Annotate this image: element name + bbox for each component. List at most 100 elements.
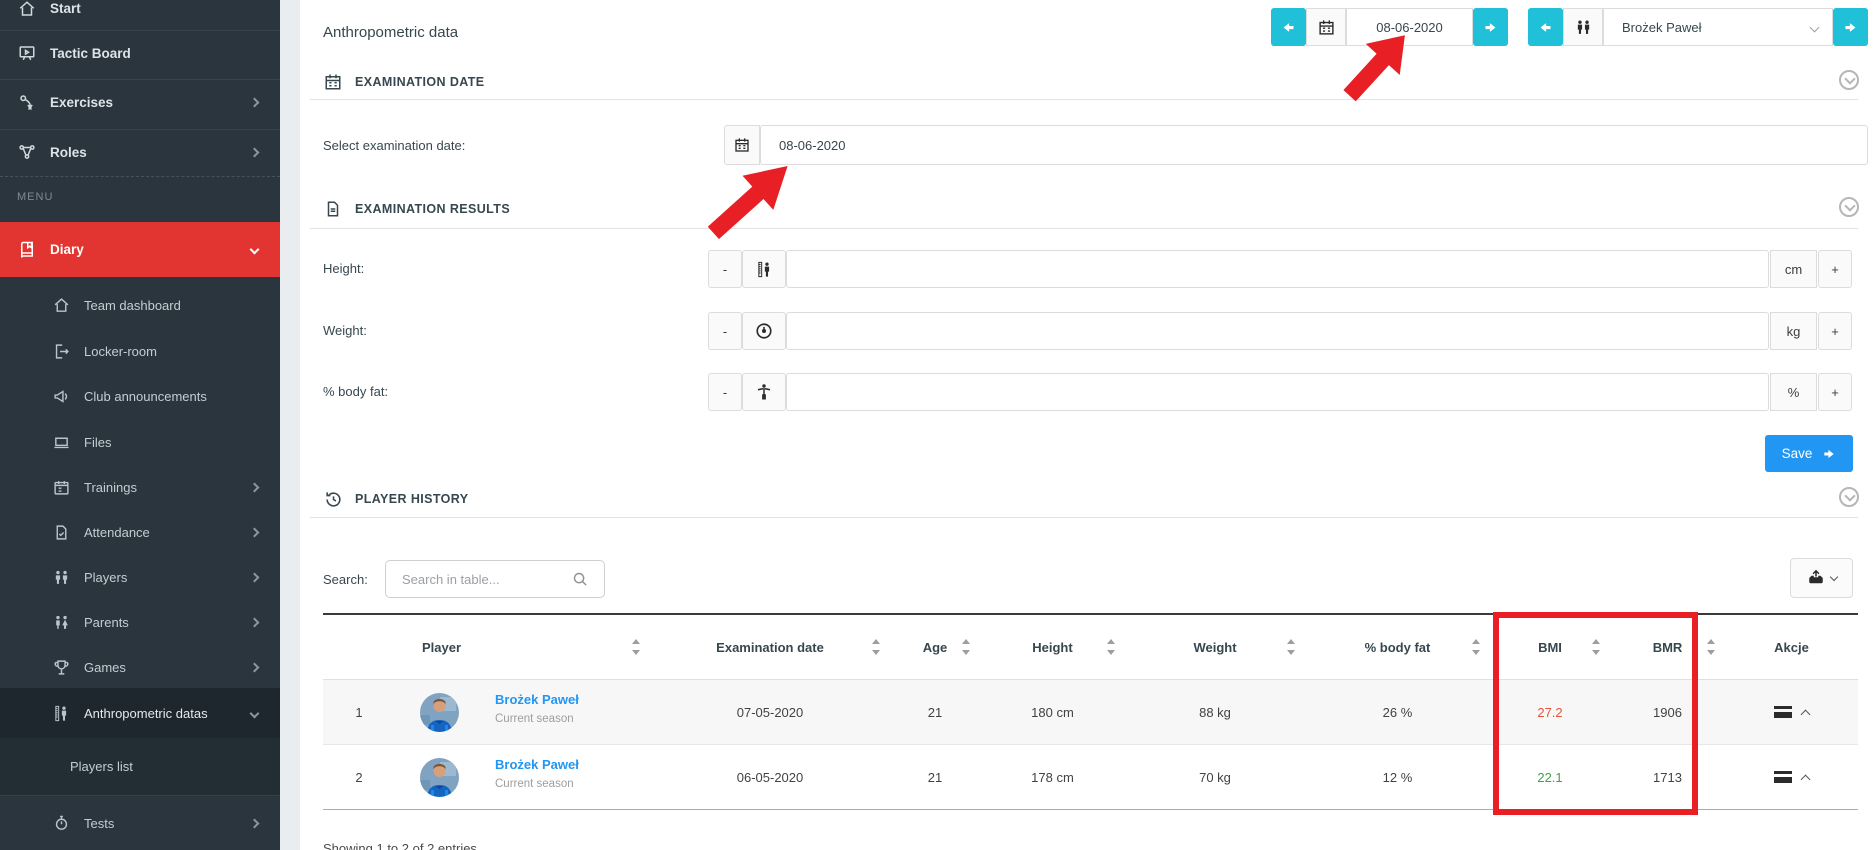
- header-date-field[interactable]: 08-06-2020: [1346, 8, 1473, 46]
- sidebar-item-club-announcements[interactable]: Club announcements: [0, 374, 280, 419]
- sidebar-item-tests[interactable]: Tests: [0, 795, 280, 850]
- calendar-icon[interactable]: [1306, 8, 1346, 46]
- document-icon: [323, 199, 343, 219]
- collapse-section-button[interactable]: [1839, 487, 1859, 507]
- sidebar-item-team-dashboard[interactable]: Team dashboard: [0, 283, 280, 328]
- table-row: 2 Brożek Paweł Current season 06-05-2020…: [323, 745, 1858, 810]
- sort-icon[interactable]: [1706, 639, 1715, 655]
- sort-icon[interactable]: [871, 639, 880, 655]
- weight-minus-button[interactable]: -: [708, 312, 742, 350]
- sort-icon[interactable]: [1591, 639, 1600, 655]
- chevron-down-icon: [250, 245, 260, 255]
- sort-icon[interactable]: [1471, 639, 1480, 655]
- calendar-icon[interactable]: [724, 125, 760, 165]
- sidebar-item-exercises[interactable]: Exercises: [0, 79, 280, 124]
- sidebar-item-parents[interactable]: Parents: [0, 600, 280, 645]
- weight-input[interactable]: [786, 312, 1769, 350]
- annotation-arrow-exam-date: [713, 166, 803, 250]
- sidebar-item-trainings[interactable]: Trainings: [0, 465, 280, 510]
- sidebar-item-label: Players list: [70, 759, 133, 774]
- col-bmr[interactable]: BMR: [1610, 615, 1725, 679]
- sort-icon[interactable]: [1286, 639, 1295, 655]
- sidebar-item-tactic-board[interactable]: Tactic Board: [0, 30, 280, 75]
- sidebar-item-label: Roles: [50, 145, 87, 160]
- sort-icon[interactable]: [1106, 639, 1115, 655]
- actions-menu-button[interactable]: [1774, 771, 1809, 783]
- page-title: Anthropometric data: [323, 24, 458, 41]
- divider: [310, 517, 1858, 518]
- search-label: Search:: [323, 572, 368, 587]
- stopwatch-icon: [52, 814, 70, 832]
- body-fat-cell: 26 %: [1305, 680, 1490, 744]
- col-player[interactable]: Player: [395, 615, 650, 679]
- next-date-button[interactable]: [1473, 8, 1508, 46]
- age-cell: 21: [890, 680, 980, 744]
- sidebar-item-games[interactable]: Games: [0, 645, 280, 690]
- save-button[interactable]: Save: [1765, 435, 1853, 472]
- sort-icon[interactable]: [631, 639, 640, 655]
- sidebar-item-label: Team dashboard: [84, 298, 181, 313]
- actions-menu-button[interactable]: [1774, 706, 1809, 718]
- row-index: 1: [323, 680, 395, 744]
- body-fat-cell: 12 %: [1305, 745, 1490, 809]
- col-bmi[interactable]: BMI: [1490, 615, 1610, 679]
- chevron-right-icon: [250, 663, 260, 673]
- search-icon: [572, 571, 589, 593]
- players-icon: [52, 569, 70, 587]
- height-plus-button[interactable]: +: [1818, 250, 1852, 288]
- sidebar-item-files[interactable]: Files: [0, 420, 280, 465]
- weight-label: Weight:: [323, 323, 367, 338]
- col-age[interactable]: Age: [890, 615, 980, 679]
- next-player-button[interactable]: [1833, 8, 1868, 46]
- attendance-icon: [52, 524, 70, 542]
- col-body-fat[interactable]: % body fat: [1305, 615, 1490, 679]
- sort-icon[interactable]: [961, 639, 970, 655]
- chevron-right-icon: [250, 818, 260, 828]
- height-icon: [742, 250, 786, 288]
- sidebar-item-players-list[interactable]: Players list: [0, 738, 280, 795]
- prev-date-button[interactable]: [1271, 8, 1306, 46]
- sidebar-item-label: Players: [84, 570, 127, 585]
- player-link[interactable]: Brożek Paweł: [495, 757, 579, 772]
- chevron-right-icon: [250, 147, 260, 157]
- sidebar-item-roles[interactable]: Roles: [0, 129, 280, 174]
- player-link[interactable]: Brożek Paweł: [495, 692, 579, 707]
- col-exam-date[interactable]: Examination date: [650, 615, 890, 679]
- exam-date-cell: 06-05-2020: [650, 745, 890, 809]
- collapse-section-button[interactable]: [1839, 70, 1859, 90]
- table-row: 1 Brożek Paweł Current season 07-05-2020…: [323, 680, 1858, 745]
- divider: [310, 99, 1858, 100]
- age-cell: 21: [890, 745, 980, 809]
- body-fat-plus-button[interactable]: +: [1818, 373, 1852, 411]
- player-select[interactable]: Brożek Paweł: [1603, 8, 1833, 46]
- anthropometry-icon: [52, 704, 70, 722]
- sidebar-item-start[interactable]: Start: [0, 0, 280, 31]
- weight-plus-button[interactable]: +: [1818, 312, 1852, 350]
- body-fat-input[interactable]: [786, 373, 1769, 411]
- sidebar-item-diary[interactable]: Diary: [0, 222, 280, 277]
- prev-player-button[interactable]: [1528, 8, 1563, 46]
- exam-date-input[interactable]: [760, 125, 1868, 165]
- bmi-cell: 27.2: [1490, 680, 1610, 744]
- sidebar-item-locker-room[interactable]: Locker-room: [0, 329, 280, 374]
- height-cell: 180 cm: [980, 680, 1125, 744]
- weight-cell: 70 kg: [1125, 745, 1305, 809]
- sidebar-item-label: Trainings: [84, 480, 137, 495]
- sidebar-item-label: Exercises: [50, 95, 113, 110]
- sidebar-item-players[interactable]: Players: [0, 555, 280, 600]
- sidebar-item-anthropometric-datas[interactable]: Anthropometric datas: [0, 688, 280, 738]
- collapse-section-button[interactable]: [1839, 197, 1859, 217]
- chevron-down-icon: [1829, 572, 1837, 580]
- height-minus-button[interactable]: -: [708, 250, 742, 288]
- sidebar-item-attendance[interactable]: Attendance: [0, 510, 280, 555]
- row-index: 2: [323, 745, 395, 809]
- sidebar-section-menu: MENU: [0, 176, 280, 222]
- col-height[interactable]: Height: [980, 615, 1125, 679]
- body-fat-minus-button[interactable]: -: [708, 373, 742, 411]
- body-fat-icon: [742, 373, 786, 411]
- height-input[interactable]: [786, 250, 1769, 288]
- table-info-text: Showing 1 to 2 of 2 entries: [323, 841, 477, 850]
- col-weight[interactable]: Weight: [1125, 615, 1305, 679]
- player-name-block: Brożek Paweł Current season: [495, 757, 579, 790]
- export-button[interactable]: [1790, 558, 1853, 598]
